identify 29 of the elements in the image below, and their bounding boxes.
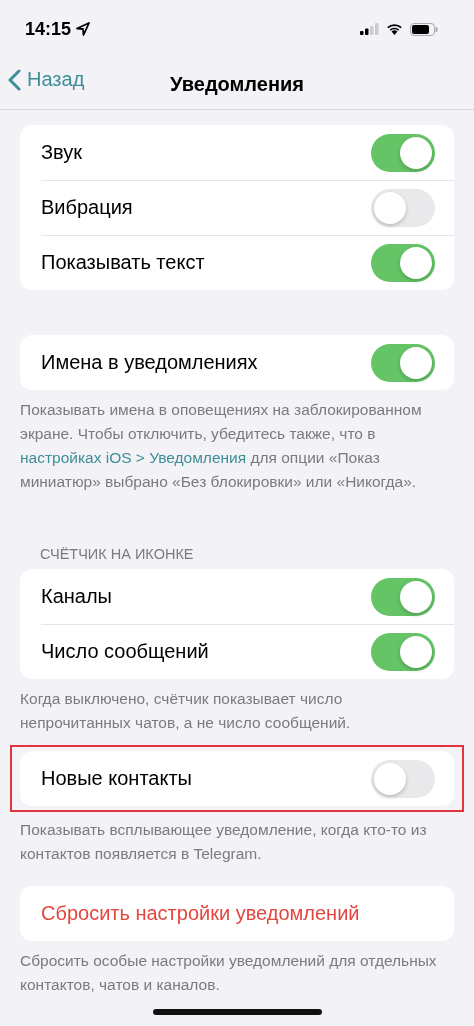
setting-label: Звук	[41, 141, 82, 164]
setting-label: Число сообщений	[41, 640, 209, 663]
toggle-switch[interactable]	[371, 188, 435, 227]
section-footnote: Когда выключено, счётчик показывает число непрочитанных чатов, а не число сообщений.	[19, 689, 352, 733]
settings-link[interactable]: настройках iOS > Уведомления	[20, 449, 247, 466]
location-arrow-icon	[76, 22, 91, 36]
battery-icon	[410, 22, 438, 36]
back-chevron-icon	[8, 68, 21, 91]
section-footnote: Сбросить особые настройки уведомлений для отдельных контактов, чатов и каналов.	[19, 951, 438, 995]
toggle-switch[interactable]	[371, 133, 435, 172]
signal-icon	[360, 23, 379, 35]
setting-label: Каналы	[41, 585, 112, 608]
setting-label: Имена в уведомлениях	[41, 351, 258, 374]
setting-label: Новые контакты	[41, 767, 192, 790]
setting-label: Показывать текст	[41, 251, 205, 274]
section-header: СЧЁТЧИК НА ИКОНКЕ	[39, 546, 195, 564]
clock: 14:15	[25, 18, 72, 40]
screen-title: Уведомления	[170, 72, 304, 97]
setting-label: Вибрация	[41, 196, 133, 219]
toggle-switch[interactable]	[371, 243, 435, 282]
wifi-icon	[386, 23, 403, 35]
section-footnote: Показывать всплывающее уведомление, когда кто-то из контактов появляется в Telegram.	[19, 820, 428, 864]
section-footnote: Показывать имена в оповещениях на заблокированном экране. Чтобы отключить, убедитесь также, что в настройках iOS > Уведомления для опции «Показ миниатюр» выбрано «Без блокировки» или «Никогда».	[19, 400, 423, 492]
toggle-switch[interactable]	[371, 632, 435, 671]
back-button[interactable]: Назад	[8, 68, 85, 91]
toggle-switch[interactable]	[371, 759, 435, 798]
toggle-switch[interactable]	[371, 577, 435, 616]
reset-button[interactable]: Сбросить настройки уведомлений	[41, 902, 360, 925]
toggle-switch[interactable]	[371, 343, 435, 382]
